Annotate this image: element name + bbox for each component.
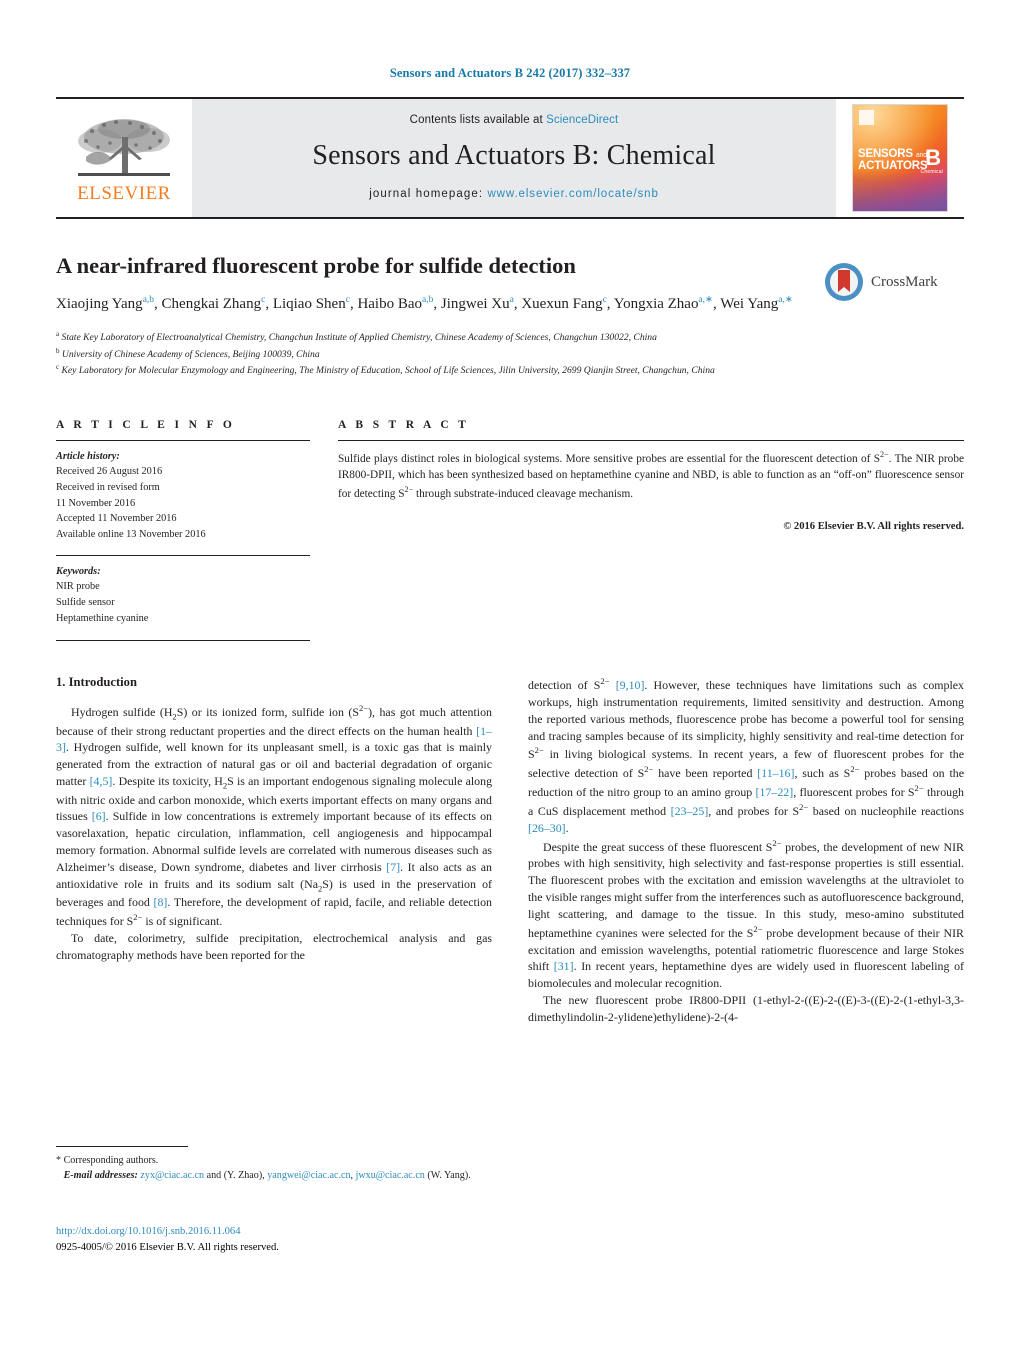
history-line: Accepted 11 November 2016	[56, 513, 177, 525]
email-after-1: and (Y. Zhao),	[204, 1169, 268, 1181]
journal-cover-thumbnail: SENSORS and ACTUATORS B Chemical	[836, 99, 964, 217]
publisher-logo: ELSEVIER	[56, 99, 192, 217]
cover-elsevier-mark-icon	[859, 110, 874, 125]
divider	[56, 439, 310, 441]
cover-subtitle: Chemical	[920, 169, 943, 175]
paragraph: To date, colorimetry, sulfide precipitat…	[56, 930, 492, 962]
paragraph: Despite the great success of these fluor…	[528, 837, 964, 991]
history-line: Received 26 August 2016	[56, 466, 163, 478]
abstract-column: A B S T R A C T Sulfide plays distinct r…	[338, 419, 964, 641]
affiliation-text: State Key Laboratory of Electroanalytica…	[61, 332, 657, 344]
affiliation-text: University of Chinese Academy of Science…	[61, 348, 320, 360]
elsevier-wordmark: ELSEVIER	[77, 183, 171, 204]
article-info-column: A R T I C L E I N F O Article history: R…	[56, 418, 338, 642]
cover-series-letter: B	[925, 145, 941, 170]
history-line: Received in revised form	[56, 482, 160, 494]
journal-masthead: ELSEVIER Contents lists available at Sci…	[56, 97, 964, 219]
affiliation-mark: a	[56, 330, 60, 338]
info-abstract-region: A R T I C L E I N F O Article history: R…	[56, 418, 964, 642]
affiliation-mark: b	[56, 346, 60, 355]
email-label: E-mail addresses:	[63, 1169, 138, 1181]
abstract-text: Sulfide plays distinct roles in biologic…	[338, 449, 964, 501]
body-right-column: detection of S2− [9,10]. However, these …	[528, 675, 964, 1026]
title-block: A near-infrared fluorescent probe for su…	[56, 253, 964, 315]
cover-line1: SENSORS	[858, 148, 913, 160]
copyright-line: © 2016 Elsevier B.V. All rights reserved…	[783, 521, 964, 533]
body-left-column: 1. Introduction Hydrogen sulfide (H2S) o…	[56, 675, 492, 1026]
abstract-heading: A B S T R A C T	[338, 418, 470, 431]
keyword-item: Heptamethine cyanine	[56, 612, 149, 624]
crossmark-icon	[825, 263, 863, 301]
affiliation-item: b University of Chinese Academy of Scien…	[56, 346, 964, 363]
paragraph: detection of S2− [9,10]. However, these …	[528, 676, 965, 835]
journal-title: Sensors and Actuators B: Chemical	[312, 140, 716, 171]
paragraph: The new fluorescent probe IR800-DPII (1-…	[528, 993, 964, 1024]
homepage-prefix: journal homepage:	[369, 188, 488, 200]
keyword-item: NIR probe	[56, 581, 100, 593]
contents-prefix: Contents lists available at	[409, 114, 547, 126]
article-history-block: Article history: Received 26 August 2016…	[56, 449, 310, 543]
article-history-label: Article history:	[56, 450, 120, 462]
history-line: Available online 13 November 2016	[56, 528, 206, 540]
cover-bottom-gradient	[853, 171, 947, 211]
footnote-block: * Corresponding authors. E-mail addresse…	[56, 1146, 492, 1183]
keywords-block: Keywords: NIR probe Sulfide sensor Hepta…	[56, 564, 310, 627]
masthead-center: Contents lists available at ScienceDirec…	[192, 99, 836, 217]
keyword-item: Sulfide sensor	[56, 596, 115, 608]
affiliation-item: c Key Laboratory for Molecular Enzymolog…	[56, 362, 964, 379]
divider	[56, 640, 310, 642]
email-link-1[interactable]: zyx@ciac.ac.cn	[140, 1170, 204, 1181]
footnote-divider	[56, 1146, 188, 1147]
affiliation-text: Key Laboratory for Molecular Enzymology …	[61, 365, 715, 377]
email-link-2[interactable]: yangwei@ciac.ac.cn	[267, 1170, 350, 1181]
paragraph: Hydrogen sulfide (H2S) or its ionized fo…	[56, 703, 493, 929]
section-heading-introduction: 1. Introduction	[56, 675, 137, 690]
divider	[56, 554, 310, 556]
issn-copyright-line: 0925-4005/© 2016 Elsevier B.V. All right…	[56, 1241, 279, 1253]
journal-homepage-line: journal homepage: www.elsevier.com/locat…	[369, 188, 659, 200]
elsevier-tree-icon	[78, 119, 170, 176]
body-two-column: 1. Introduction Hydrogen sulfide (H2S) o…	[56, 675, 964, 1026]
affiliation-list: a State Key Laboratory of Electroanalyti…	[56, 329, 964, 379]
keywords-label: Keywords:	[56, 565, 101, 577]
corresponding-author-note: * Corresponding authors.	[56, 1155, 159, 1166]
article-info-heading: A R T I C L E I N F O	[56, 418, 236, 431]
cover-image: SENSORS and ACTUATORS B Chemical	[852, 104, 948, 212]
running-head: Sensors and Actuators B 242 (2017) 332–3…	[389, 66, 631, 80]
sciencedirect-link[interactable]: ScienceDirect	[546, 114, 618, 126]
doi-block: http://dx.doi.org/10.1016/j.snb.2016.11.…	[56, 1224, 526, 1256]
doi-link[interactable]: http://dx.doi.org/10.1016/j.snb.2016.11.…	[56, 1224, 526, 1240]
contents-lists-line: Contents lists available at ScienceDirec…	[410, 114, 619, 126]
divider	[338, 439, 964, 441]
journal-homepage-link[interactable]: www.elsevier.com/locate/snb	[487, 188, 658, 200]
crossmark-badge[interactable]: CrossMark	[824, 253, 964, 311]
history-line: 11 November 2016	[56, 497, 136, 509]
crossmark-label: CrossMark	[871, 273, 938, 290]
paper-page: Sensors and Actuators B 242 (2017) 332–3…	[0, 0, 1020, 1351]
email-link-3[interactable]: jwxu@ciac.ac.cn	[356, 1170, 425, 1181]
email-addresses-note: E-mail addresses: zyx@ciac.ac.cn and (Y.…	[56, 1169, 492, 1184]
affiliation-mark: c	[56, 363, 60, 372]
email-after-3: (W. Yang).	[424, 1169, 471, 1181]
affiliation-item: a State Key Laboratory of Electroanalyti…	[56, 329, 964, 346]
